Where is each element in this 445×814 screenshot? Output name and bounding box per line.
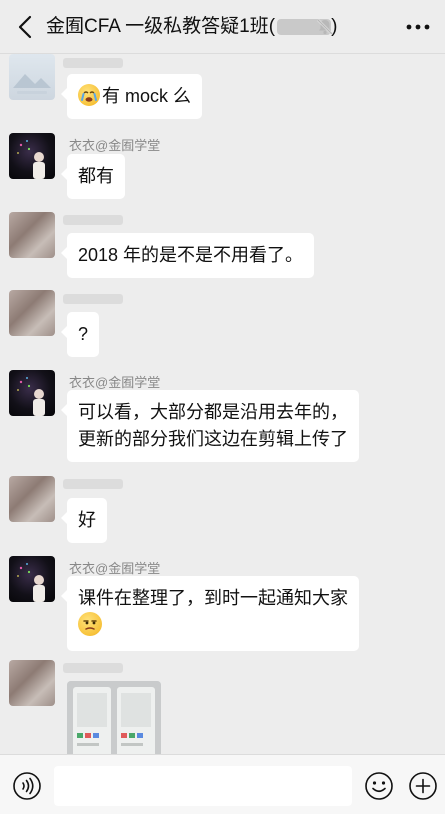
message-text: 好 [78, 510, 96, 530]
emoji-icon [365, 772, 393, 800]
sender-name-blurred [63, 479, 123, 489]
voice-button[interactable] [12, 771, 42, 801]
message-text: 有 mock 么 [102, 86, 192, 106]
avatar[interactable] [9, 476, 55, 522]
bell-muted-icon [317, 19, 333, 35]
portrait-icon [17, 563, 45, 602]
input-bar [0, 754, 445, 814]
sender-name-blurred [63, 215, 123, 225]
plus-icon [409, 772, 437, 800]
smirk-face-emoji [78, 612, 102, 636]
message-text: ? [78, 324, 89, 344]
image-message[interactable] [67, 681, 161, 759]
message-text-line: 可以看，大部分都是沿用去年的， [78, 402, 348, 422]
portrait-icon [17, 377, 45, 416]
chat-window: 金囿CFA 一级私教答疑1班() 有 mock 么 衣衣@金囿学堂 都有 201… [0, 0, 445, 814]
avatar[interactable] [9, 290, 55, 336]
message-bubble[interactable]: 可以看，大部分都是沿用去年的， 更新的部分我们这边在剪辑上传了 [61, 390, 359, 462]
message-bubble[interactable]: 有 mock 么 [60, 74, 203, 119]
sender-name-blurred [63, 663, 123, 673]
message-text: 都有 [78, 166, 114, 186]
more-dots-icon [406, 24, 430, 30]
crying-face-emoji [78, 84, 100, 106]
sender-name: 衣衣@金囿学堂 [69, 138, 161, 153]
sender-name: 衣衣@金囿学堂 [69, 561, 161, 576]
avatar[interactable] [9, 133, 55, 179]
sender-name-blurred [63, 294, 123, 304]
portrait-icon [17, 140, 45, 179]
avatar[interactable] [9, 660, 55, 706]
avatar[interactable] [9, 212, 55, 258]
avatar[interactable] [9, 54, 55, 100]
voice-icon [13, 772, 41, 800]
photo-thumbnail [67, 681, 161, 759]
sender-name: 衣衣@金囿学堂 [69, 375, 161, 390]
message-bubble[interactable]: 好 [61, 498, 107, 543]
message-input[interactable] [54, 766, 352, 806]
back-button[interactable] [10, 10, 40, 44]
emoji-button[interactable] [364, 771, 394, 801]
title-paren-open: ( [268, 16, 276, 37]
avatar[interactable] [9, 370, 55, 416]
chat-title: 金囿CFA 一级私教答疑1班() [46, 14, 337, 40]
message-text: 2018 年的是不是不用看了。 [78, 245, 304, 265]
message-bubble[interactable]: ? [60, 312, 100, 357]
chevron-left-icon [18, 15, 32, 39]
message-bubble[interactable]: 2018 年的是不是不用看了。 [60, 233, 315, 278]
avatar[interactable] [9, 556, 55, 602]
message-bubble[interactable]: 都有 [61, 154, 125, 199]
sender-name-blurred [63, 58, 123, 68]
message-text-line: 课件在整理了，到时一起通知大家 [78, 588, 348, 608]
chat-header: 金囿CFA 一级私教答疑1班() [0, 0, 445, 54]
more-options-button[interactable] [403, 14, 433, 40]
chat-title-text: 金囿CFA 一级私教答疑1班 [46, 16, 269, 37]
message-text-line: 更新的部分我们这边在剪辑上传了 [78, 429, 348, 449]
message-bubble[interactable]: 课件在整理了，到时一起通知大家 [61, 576, 359, 651]
landscape-icon [13, 74, 51, 94]
more-actions-button[interactable] [408, 771, 438, 801]
